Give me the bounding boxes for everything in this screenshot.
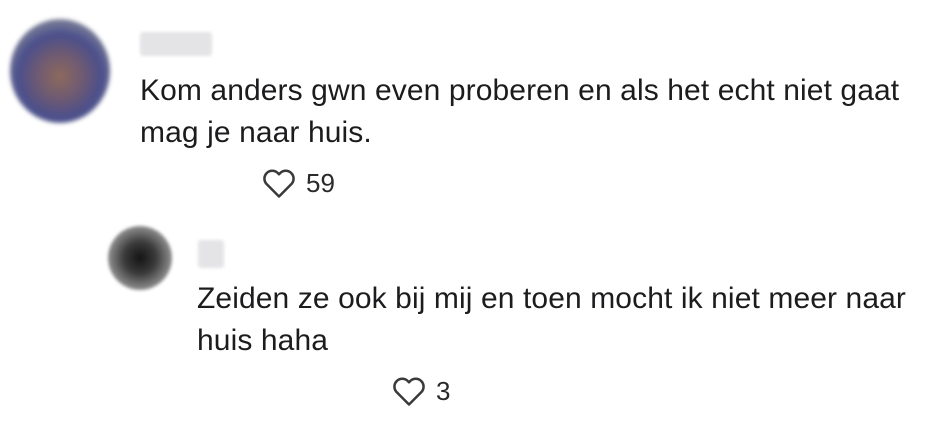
username-redacted[interactable] (140, 32, 212, 56)
reply-text: Zeiden ze ook bij mij en toen mocht ik n… (197, 282, 906, 357)
like-count: 3 (436, 376, 451, 406)
like-button[interactable]: 3 (390, 372, 450, 410)
like-button[interactable]: 59 (260, 164, 335, 202)
username-redacted[interactable] (198, 240, 224, 268)
like-count: 59 (306, 168, 335, 198)
comment-text: Kom anders gwn even proberen en als het … (140, 74, 900, 149)
heart-outline-icon[interactable] (390, 372, 428, 410)
avatar[interactable] (10, 19, 110, 123)
heart-outline-icon[interactable] (260, 164, 298, 202)
avatar[interactable] (108, 226, 172, 290)
